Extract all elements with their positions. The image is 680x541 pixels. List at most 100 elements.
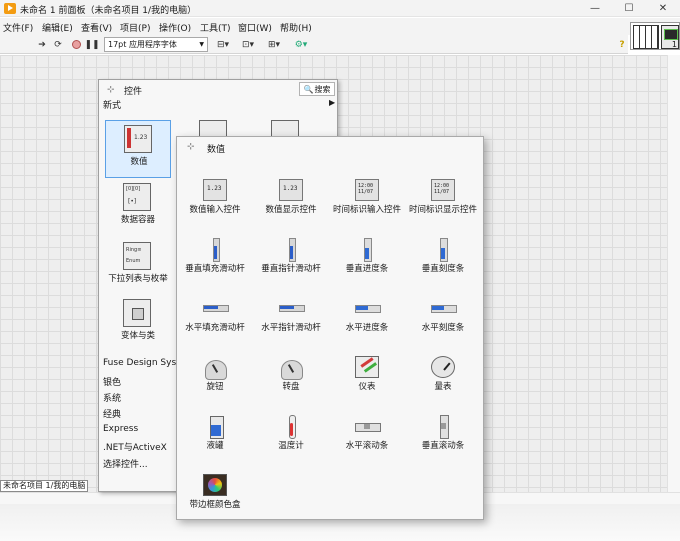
pause-icon[interactable]: ❚❚ <box>84 38 99 51</box>
palette-list-silver[interactable]: 银色 <box>103 375 121 388</box>
horizontal-progress-bar[interactable]: 水平进度条 <box>329 291 405 349</box>
vertical-fill-slide[interactable]: 垂直填充滑动杆 <box>177 232 253 290</box>
control-label: 垂直指针滑动杆 <box>261 264 321 274</box>
distribute-objects-icon[interactable]: ⊡▾ <box>238 38 258 51</box>
knob-icon <box>203 356 227 380</box>
control-label: 水平滚动条 <box>345 441 389 451</box>
horizontal-fill-slide[interactable]: 水平填充滑动杆 <box>177 291 253 349</box>
subpalette-title: 数值 <box>207 145 226 155</box>
time-stamp-control[interactable]: 时间标识输入控件 <box>329 173 405 231</box>
boolean-category-icon[interactable] <box>199 120 227 136</box>
thermometer[interactable]: 温度计 <box>253 409 329 467</box>
search-button[interactable]: 🔍 搜索 <box>299 82 335 96</box>
menu-help[interactable]: 帮助(H) <box>280 21 312 34</box>
numeric-indicator-icon <box>279 179 303 201</box>
time-stamp-indicator[interactable]: 时间标识显示控件 <box>405 173 481 231</box>
font-select[interactable]: 17pt 应用程序字体 ▼ <box>104 37 208 52</box>
category-label: 数值 <box>130 157 148 167</box>
vertical-scrollbar[interactable] <box>667 55 680 492</box>
control-label: 温度计 <box>278 441 304 451</box>
numeric-subpalette[interactable]: ⊹ 数值 数值输入控件 数值显示控件 时间标识输入控件 时间标识显示控件 垂直填… <box>176 136 484 520</box>
close-button[interactable]: ✕ <box>646 0 680 17</box>
run-continuously-icon[interactable]: ⟳ <box>52 38 64 51</box>
vertical-graduated-bar[interactable]: 垂直刻度条 <box>405 232 481 290</box>
chevron-down-icon: ▼ <box>199 41 204 48</box>
control-label: 旋钮 <box>206 382 224 392</box>
framed-color-box[interactable]: 带边框颜色盒 <box>177 468 253 526</box>
control-label: 仪表 <box>358 382 376 392</box>
title-bar: 未命名 1 前面板（未命名项目 1/我的电脑） — ☐ ✕ <box>0 0 680 17</box>
horizontal-progress-bar-icon <box>355 297 381 319</box>
numeric-control[interactable]: 数值输入控件 <box>177 173 253 231</box>
palette-list-dotnet-activex[interactable]: .NET与ActiveX <box>103 440 167 453</box>
abort-icon[interactable] <box>70 38 82 51</box>
time-stamp-indicator-icon <box>431 179 455 201</box>
menu-view[interactable]: 查看(V) <box>81 21 112 34</box>
control-label: 转盘 <box>282 382 300 392</box>
numeric-indicator[interactable]: 数值显示控件 <box>253 173 329 231</box>
meter[interactable]: 仪表 <box>329 350 405 408</box>
menu-operate[interactable]: 操作(O) <box>159 21 191 34</box>
connector-pane-grid-icon <box>633 25 659 49</box>
tank-icon <box>203 415 227 439</box>
minimize-button[interactable]: — <box>578 0 612 17</box>
menu-window[interactable]: 窗口(W) <box>238 21 272 34</box>
control-label: 水平填充滑动杆 <box>185 323 245 333</box>
control-label: 时间标识输入控件 <box>332 205 401 215</box>
gauge[interactable]: 量表 <box>405 350 481 408</box>
knob[interactable]: 旋钮 <box>177 350 253 408</box>
vertical-pointer-slide[interactable]: 垂直指针滑动杆 <box>253 232 329 290</box>
expand-arrow-icon[interactable]: ▶ <box>329 98 335 107</box>
horizontal-scrollbar-control[interactable]: 水平滚动条 <box>329 409 405 467</box>
reorder-icon[interactable]: ⚙▾ <box>290 38 312 51</box>
pin-icon[interactable]: ⊹ <box>107 85 118 95</box>
vertical-scrollbar-control[interactable]: 垂直滚动条 <box>405 409 481 467</box>
control-label: 水平进度条 <box>345 323 389 333</box>
toolbar: ➔ ⟳ ❚❚ 17pt 应用程序字体 ▼ ⊟▾ ⊡▾ ⊞▾ ⚙▾ ? <box>0 35 628 54</box>
category-label: 变体与类 <box>120 331 155 341</box>
category-data-containers[interactable]: [0][0] [•] 数据容器 <box>105 179 171 237</box>
menu-tools[interactable]: 工具(T) <box>200 21 231 34</box>
control-label: 水平指针滑动杆 <box>261 323 321 333</box>
control-label: 垂直填充滑动杆 <box>185 264 245 274</box>
pin-icon[interactable]: ⊹ <box>187 142 195 152</box>
horizontal-graduated-bar-icon <box>431 297 457 319</box>
maximize-button[interactable]: ☐ <box>612 0 646 17</box>
palette-list-select-control[interactable]: 选择控件... <box>103 457 148 470</box>
vertical-progress-bar[interactable]: 垂直进度条 <box>329 232 405 290</box>
category-numeric[interactable]: 1.23 数值 <box>105 120 171 178</box>
category-variant-class[interactable]: 变体与类 <box>105 295 171 353</box>
palette-list-classic[interactable]: 经典 <box>103 407 121 420</box>
horizontal-graduated-bar[interactable]: 水平刻度条 <box>405 291 481 349</box>
vertical-graduated-bar-icon <box>431 238 455 262</box>
menu-bar: 文件(F) 编辑(E) 查看(V) 项目(P) 操作(O) 工具(T) 窗口(W… <box>0 18 680 35</box>
variant-class-icon <box>123 299 151 327</box>
font-select-value: 17pt 应用程序字体 <box>108 40 177 49</box>
vertical-progress-bar-icon <box>355 238 379 262</box>
ring-enum-icon: Ring≡ Enum <box>123 242 151 270</box>
menu-file[interactable]: 文件(F) <box>3 21 33 34</box>
gauge-icon <box>431 356 455 378</box>
dial[interactable]: 转盘 <box>253 350 329 408</box>
menu-edit[interactable]: 编辑(E) <box>42 21 73 34</box>
category-ring-enum[interactable]: Ring≡ Enum 下拉列表与枚举 <box>105 238 171 296</box>
horizontal-pointer-slide-icon <box>279 297 305 319</box>
tank[interactable]: 液罐 <box>177 409 253 467</box>
run-arrow-icon[interactable]: ➔ <box>36 38 48 51</box>
string-category-icon[interactable] <box>271 120 299 136</box>
meter-icon <box>355 356 379 378</box>
category-label: 下拉列表与枚举 <box>108 274 168 284</box>
connector-number: 1 <box>671 40 677 49</box>
window-title: 未命名 1 前面板（未命名项目 1/我的电脑） <box>20 6 197 16</box>
numeric-category-icon: 1.23 <box>124 125 152 153</box>
horizontal-pointer-slide[interactable]: 水平指针滑动杆 <box>253 291 329 349</box>
palette-list-express[interactable]: Express <box>103 424 138 434</box>
resize-objects-icon[interactable]: ⊞▾ <box>264 38 284 51</box>
align-objects-icon[interactable]: ⊟▾ <box>213 38 233 51</box>
palette-list-fuse-design[interactable]: Fuse Design Syste <box>103 358 185 368</box>
connector-pane[interactable]: 1 <box>630 22 680 50</box>
control-label: 垂直刻度条 <box>421 264 465 274</box>
help-icon[interactable]: ? <box>617 38 627 51</box>
palette-list-system[interactable]: 系统 <box>103 391 121 404</box>
menu-project[interactable]: 项目(P) <box>120 21 150 34</box>
